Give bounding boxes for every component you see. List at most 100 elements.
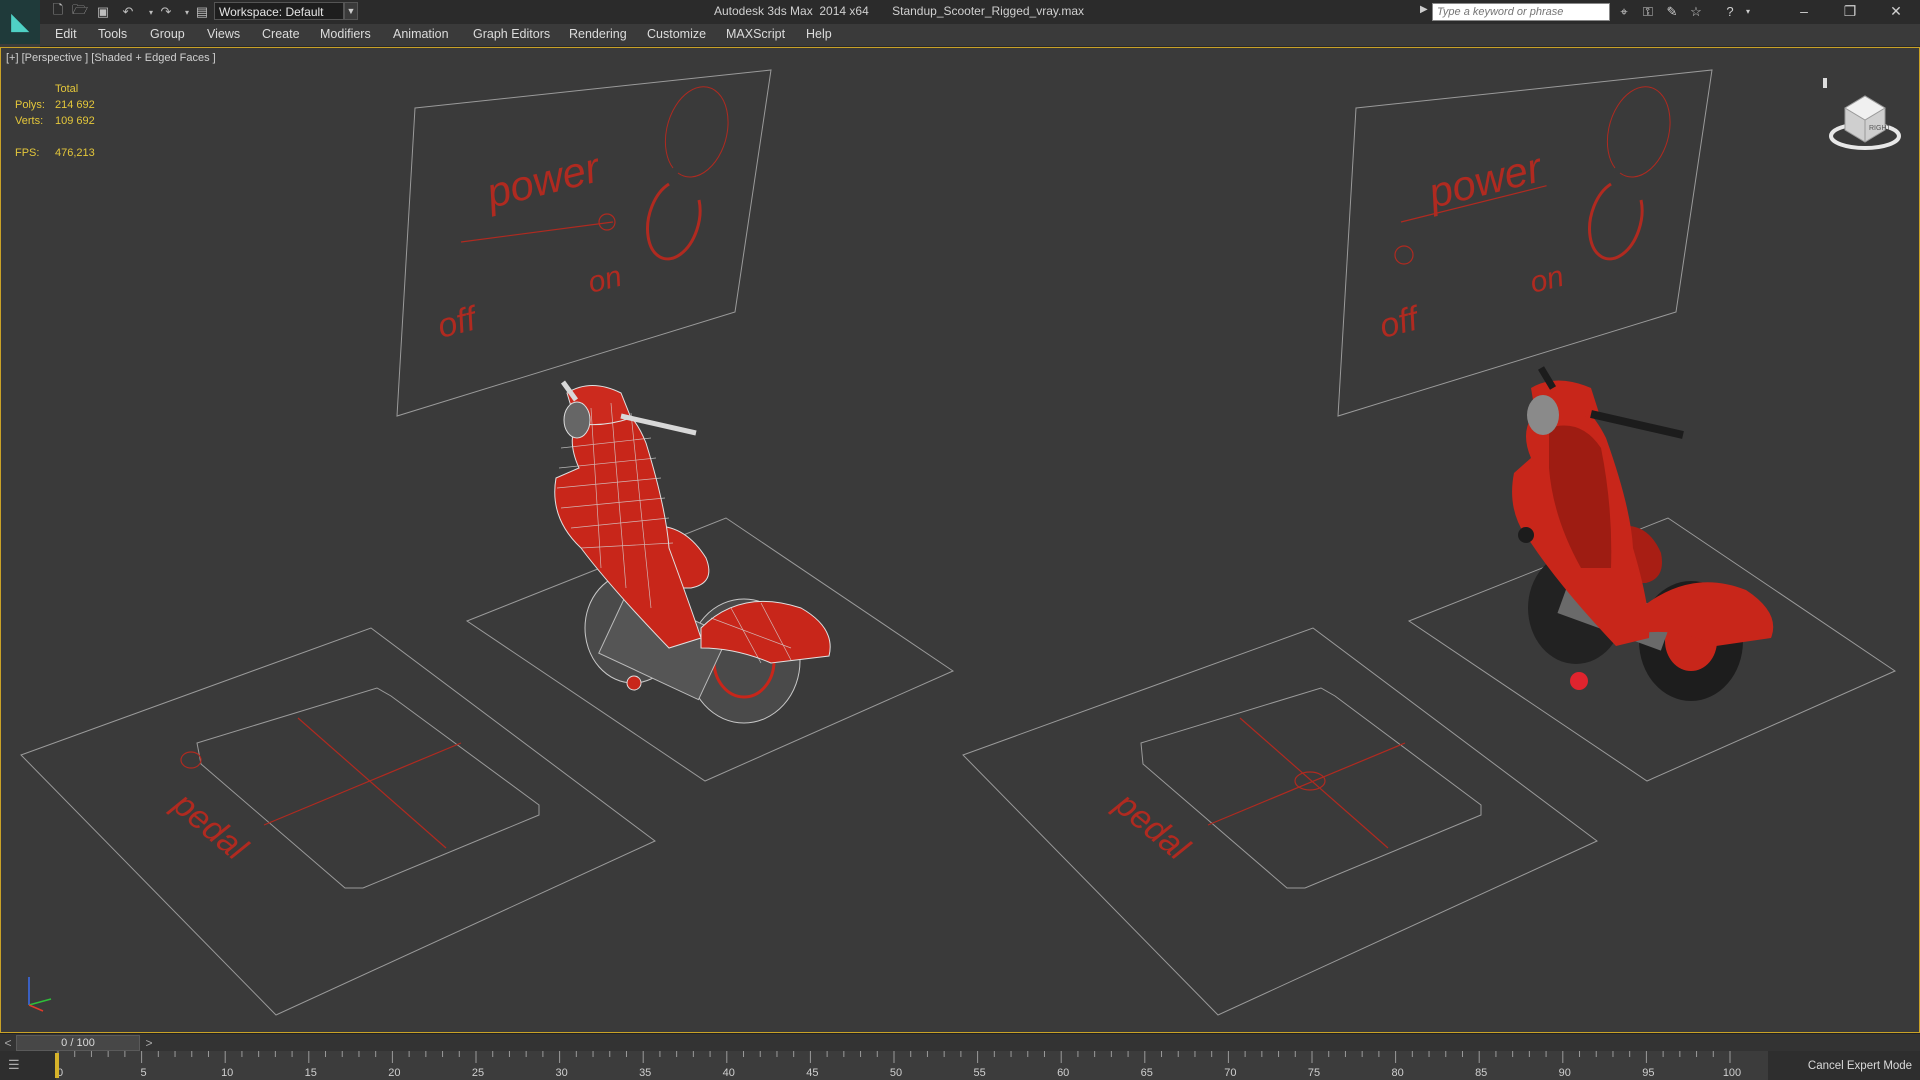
menu-views[interactable]: Views: [207, 27, 240, 41]
menu-tools[interactable]: Tools: [98, 27, 127, 41]
time-slider-thumb[interactable]: 0 / 100: [16, 1035, 140, 1051]
fps-label: FPS:: [15, 147, 40, 159]
left-wireframe-scooter: [554, 380, 831, 724]
favorites-star-icon[interactable]: ☆: [1686, 3, 1706, 21]
help-icon[interactable]: ?: [1720, 3, 1740, 21]
menu-rendering[interactable]: Rendering: [569, 27, 627, 41]
window-title: Autodesk 3ds Max 2014 x64 Standup_Scoote…: [714, 4, 1084, 18]
frame-tick-label: 15: [305, 1067, 317, 1079]
close-icon[interactable]: ✕: [1876, 0, 1916, 24]
app-title: Autodesk 3ds Max 2014 x64: [714, 4, 869, 18]
frame-tick-label: 85: [1475, 1067, 1487, 1079]
menu-animation[interactable]: Animation: [393, 27, 449, 41]
menu-maxscript[interactable]: MAXScript: [726, 27, 785, 41]
frame-tick-label: 40: [723, 1067, 735, 1079]
redo-dropdown-icon[interactable]: ▾: [182, 3, 192, 21]
menu-bar: Edit Tools Group Views Create Modifiers …: [40, 24, 1920, 47]
right-pedal-label: pedal: [1107, 784, 1197, 868]
left-ground-plane: [20, 627, 656, 1016]
frame-tick-label: 45: [806, 1067, 818, 1079]
frame-tick-label: 35: [639, 1067, 651, 1079]
menu-edit[interactable]: Edit: [55, 27, 77, 41]
left-power-label: power: [480, 143, 606, 217]
trackbar: ☰ 0 5 10 15 20 25 30 35 40 45 50 55 60 65 70 75 80 85 90 95…: [0, 1051, 1920, 1080]
right-off-label: off: [1376, 299, 1425, 346]
right-power-label: power: [1422, 143, 1548, 217]
fps-value: 476,213: [55, 147, 95, 159]
frame-tick-label: 55: [973, 1067, 985, 1079]
subscription-icon[interactable]: ⚿: [1638, 3, 1658, 21]
restore-icon[interactable]: ❐: [1830, 0, 1870, 24]
viewcube-face-label: RIGHT: [1869, 125, 1892, 132]
frame-tick-label: 10: [221, 1067, 233, 1079]
menu-modifiers[interactable]: Modifiers: [320, 27, 371, 41]
search-input[interactable]: [1432, 3, 1610, 21]
app-menu-button[interactable]: ◣: [0, 0, 40, 44]
left-on-label: on: [585, 260, 625, 300]
redo-icon[interactable]: ↷: [158, 3, 174, 21]
frame-tick-label: 30: [555, 1067, 567, 1079]
search-expand-icon[interactable]: ▶: [1420, 4, 1428, 15]
frame-tick-label: 65: [1141, 1067, 1153, 1079]
viewport-label[interactable]: [+] [Perspective ] [Shaded + Edged Faces…: [6, 52, 216, 64]
perspective-viewport[interactable]: power on off pedal power on off pedal [+…: [0, 47, 1920, 1033]
mini-curve-editor-icon[interactable]: ☰: [8, 1057, 30, 1073]
axis-tripod-icon: [28, 977, 52, 1012]
time-slider-prev-button[interactable]: <: [0, 1034, 16, 1052]
menu-create[interactable]: Create: [262, 27, 300, 41]
left-pedal-shape: [196, 687, 540, 889]
time-slider[interactable]: < 0 / 100 >: [0, 1033, 1920, 1052]
frame-tick-label: 100: [1723, 1067, 1741, 1079]
right-pedal-shape: [1140, 687, 1482, 889]
undo-icon[interactable]: ↶: [120, 3, 136, 21]
minimize-icon[interactable]: –: [1784, 0, 1824, 24]
binoculars-icon[interactable]: ⌖: [1614, 3, 1634, 21]
menu-graph-editors[interactable]: Graph Editors: [473, 27, 550, 41]
verts-label: Verts:: [15, 115, 44, 127]
menu-help[interactable]: Help: [806, 27, 832, 41]
right-scene-group: power on off pedal: [962, 69, 1897, 1016]
3dsmax-logo-icon: ◣: [11, 9, 29, 34]
project-folder-icon[interactable]: ▤: [194, 3, 210, 21]
frame-tick-label: 25: [472, 1067, 484, 1079]
menu-customize[interactable]: Customize: [647, 27, 706, 41]
frame-tick-label: 90: [1559, 1067, 1571, 1079]
frame-tick-label: 80: [1391, 1067, 1403, 1079]
frame-tick-label: 95: [1642, 1067, 1654, 1079]
left-pedal-label: pedal: [165, 784, 255, 868]
frame-tick-label: 70: [1224, 1067, 1236, 1079]
frame-tick-label: 20: [388, 1067, 400, 1079]
right-shaded-scooter: [1512, 366, 1774, 701]
save-icon[interactable]: ▣: [95, 3, 111, 21]
polys-label: Polys:: [15, 99, 45, 111]
right-on-label: on: [1527, 260, 1567, 300]
home-icon[interactable]: [1823, 78, 1827, 88]
help-dropdown-icon[interactable]: ▾: [1738, 3, 1758, 21]
verts-value: 109 692: [55, 115, 95, 127]
chevron-down-icon[interactable]: ▼: [344, 2, 358, 20]
time-slider-next-button[interactable]: >: [141, 1034, 157, 1052]
new-file-icon[interactable]: 🗋: [50, 2, 66, 21]
open-file-icon[interactable]: 🗁: [72, 2, 88, 21]
cancel-expert-mode-button[interactable]: Cancel Expert Mode: [1800, 1057, 1920, 1075]
stats-header: Total: [55, 83, 79, 95]
communication-center-icon[interactable]: ✎: [1662, 3, 1682, 21]
current-frame-marker[interactable]: [55, 1053, 59, 1078]
right-ground-plane: [962, 627, 1598, 1016]
menu-group[interactable]: Group: [150, 27, 185, 41]
frame-ruler[interactable]: 0 5 10 15 20 25 30 35 40 45 50 55 60 65 70 75 80 85 90 95 10…: [56, 1051, 1768, 1080]
workspace-dropdown[interactable]: Workspace: Default: [214, 2, 344, 20]
frame-tick-label: 5: [141, 1067, 147, 1079]
frame-tick-label: 60: [1057, 1067, 1069, 1079]
polys-value: 214 692: [55, 99, 95, 111]
frame-tick-label: 75: [1308, 1067, 1320, 1079]
viewport-scene: power on off pedal power on off pedal: [20, 69, 1897, 1016]
viewcube[interactable]: RIGHT: [1823, 78, 1907, 158]
left-control-panel-plane: [396, 69, 772, 417]
title-bar: ◣ 🗋 🗁 ▣ ↶ ▾ ↷ ▾ ▤ Workspace: Default ▼ A…: [0, 0, 1920, 44]
file-name: Standup_Scooter_Rigged_vray.max: [892, 4, 1085, 18]
statistics-overlay: Total Polys: 214 692 Verts: 109 692 FPS: 47…: [15, 81, 95, 161]
undo-dropdown-icon[interactable]: ▾: [146, 3, 156, 21]
right-control-panel-plane: [1337, 69, 1713, 417]
left-scene-group: power on off pedal: [20, 69, 955, 1016]
